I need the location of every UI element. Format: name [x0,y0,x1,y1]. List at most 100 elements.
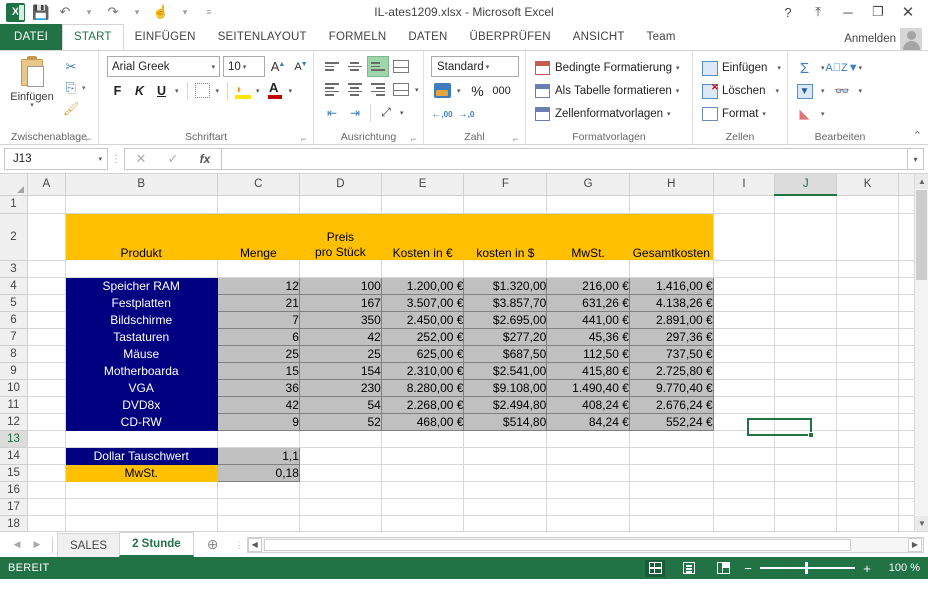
accept-formula-button[interactable]: ✓ [157,149,189,169]
cell-c14-dollar-tauschwert-value[interactable]: 1,1 [216,446,300,465]
cell-e7-kosten-eur[interactable]: 252,00 € [380,327,465,346]
cell-e17[interactable] [381,498,465,516]
row-header-6[interactable]: 6 [0,311,28,329]
cell-i13[interactable] [713,430,776,448]
cell-h16[interactable] [629,481,714,499]
cell-g14[interactable] [546,447,630,465]
clipboard-dialog-launcher-icon[interactable]: ⌐ [86,134,96,144]
cell-a17[interactable] [27,498,66,516]
cell-e1[interactable] [381,195,465,214]
column-header-a[interactable]: A [27,174,66,196]
column-header-i[interactable]: I [713,174,776,196]
cell-a18[interactable] [27,515,66,531]
cell-i4[interactable] [713,277,776,295]
cell-f7-kosten-usd[interactable]: $277,20 [463,327,548,346]
cell-g2-mwst-header[interactable]: MwSt. [546,213,630,260]
zoom-out-button[interactable]: − [743,562,753,575]
merge-cells-button[interactable] [390,79,412,100]
formula-input[interactable] [221,148,908,170]
chevron-down-icon[interactable]: ▾ [676,87,680,95]
cell-j2[interactable] [774,213,838,261]
cancel-formula-button[interactable]: ✕ [125,149,157,169]
cell-c2-menge-header[interactable]: Menge [217,213,300,260]
cell-j12[interactable] [774,413,838,431]
zoom-slider-thumb[interactable] [805,562,808,575]
row-header-4[interactable]: 4 [0,277,28,295]
cell-i12[interactable] [713,413,776,431]
cell-h12-gesamt[interactable]: 552,24 € [628,412,714,431]
column-header-b[interactable]: B [65,174,218,196]
cell-d2-preis-header[interactable]: Preis pro Stück [299,213,382,260]
cell-a4[interactable] [27,277,66,295]
chevron-down-icon[interactable]: ▾ [98,155,107,163]
next-sheet-icon[interactable]: ▶ [28,536,46,554]
row-header-18[interactable]: 18 [0,515,28,531]
row-header-3[interactable]: 3 [0,260,28,278]
copy-dropdown-icon[interactable]: ▾ [82,84,86,92]
cell-f10-kosten-usd[interactable]: $9.108,00 [463,378,548,397]
cell-h8-gesamt[interactable]: 737,50 € [628,344,714,363]
tab-ansicht[interactable]: ANSICHT [562,24,636,50]
increase-decimal-button[interactable]: ←,00 [431,104,453,125]
cell-e10-kosten-eur[interactable]: 8.280,00 € [380,378,465,397]
row-header-8[interactable]: 8 [0,345,28,363]
cell-k12[interactable] [836,413,900,431]
cell-k5[interactable] [836,294,900,312]
cell-k9[interactable] [836,362,900,380]
cell-d14[interactable] [299,447,382,465]
cell-f18[interactable] [463,515,548,531]
row-header-12[interactable]: 12 [0,413,28,431]
fill-color-button[interactable]: ◗ [232,80,253,101]
font-name-combobox[interactable]: Arial Greek ▾ [107,56,220,77]
cell-h18[interactable] [629,515,714,531]
cell-e16[interactable] [381,481,465,499]
cell-k4[interactable] [836,277,900,295]
cell-d3[interactable] [299,260,382,278]
format-cells-button[interactable]: Format ▾ [697,103,784,125]
cell-c18[interactable] [217,515,300,531]
cell-k6[interactable] [836,311,900,329]
row-header-1[interactable]: 1 [0,195,28,214]
column-header-j[interactable]: J [774,174,838,196]
italic-button[interactable]: K [129,80,150,101]
cell-b7-produkt[interactable]: Tastaturen [65,328,218,346]
close-button[interactable]: ✕ [894,1,922,23]
underline-button[interactable]: U [151,80,172,101]
cell-styles-button[interactable]: Zellenformatvorlagen ▾ [530,103,683,125]
align-middle-button[interactable] [344,56,366,77]
align-bottom-button[interactable] [367,56,389,77]
page-break-view-button[interactable] [713,560,733,577]
cell-c5-menge[interactable]: 21 [216,293,300,312]
tab-start[interactable]: START [62,24,124,50]
cell-k1[interactable] [836,195,900,214]
cell-j3[interactable] [774,260,838,278]
tab-formeln[interactable]: FORMELN [318,24,398,50]
cell-k13[interactable] [836,430,900,448]
cell-a7[interactable] [27,328,66,346]
tab-seitenlayout[interactable]: SEITENLAYOUT [207,24,318,50]
cell-f5-kosten-usd[interactable]: $3.857,70 [463,293,548,312]
fill-color-dropdown-icon[interactable]: ▾ [254,87,264,95]
cell-a1[interactable] [27,195,66,214]
cell-h5-gesamt[interactable]: 4.138,26 € [628,293,714,312]
font-color-button[interactable]: A [265,80,286,101]
cell-f8-kosten-usd[interactable]: $687,50 [463,344,548,363]
format-as-table-button[interactable]: Als Tabelle formatieren ▾ [530,80,683,102]
row-header-11[interactable]: 11 [0,396,28,414]
row-header-13[interactable]: 13 [0,430,28,448]
cell-d4-preis[interactable]: 100 [298,276,382,295]
cell-d8-preis[interactable]: 25 [298,344,382,363]
cell-h13[interactable] [629,430,714,448]
cell-b8-produkt[interactable]: Mäuse [65,345,218,363]
insert-function-button[interactable]: fx [189,149,221,169]
cell-j17[interactable] [774,498,838,516]
cell-g6-mwst[interactable]: 441,00 € [546,310,630,329]
cell-e5-kosten-eur[interactable]: 3.507,00 € [380,293,465,312]
cell-j4[interactable] [774,277,838,295]
decrease-indent-button[interactable]: ⇤ [321,102,343,123]
increase-indent-button[interactable]: ⇥ [344,102,366,123]
tab-ueberpruefen[interactable]: ÜBERPRÜFEN [459,24,562,50]
cell-g9-mwst[interactable]: 415,80 € [546,361,630,380]
previous-sheet-icon[interactable]: ◀ [8,536,26,554]
sheet-tab-sales[interactable]: SALES [57,532,121,557]
